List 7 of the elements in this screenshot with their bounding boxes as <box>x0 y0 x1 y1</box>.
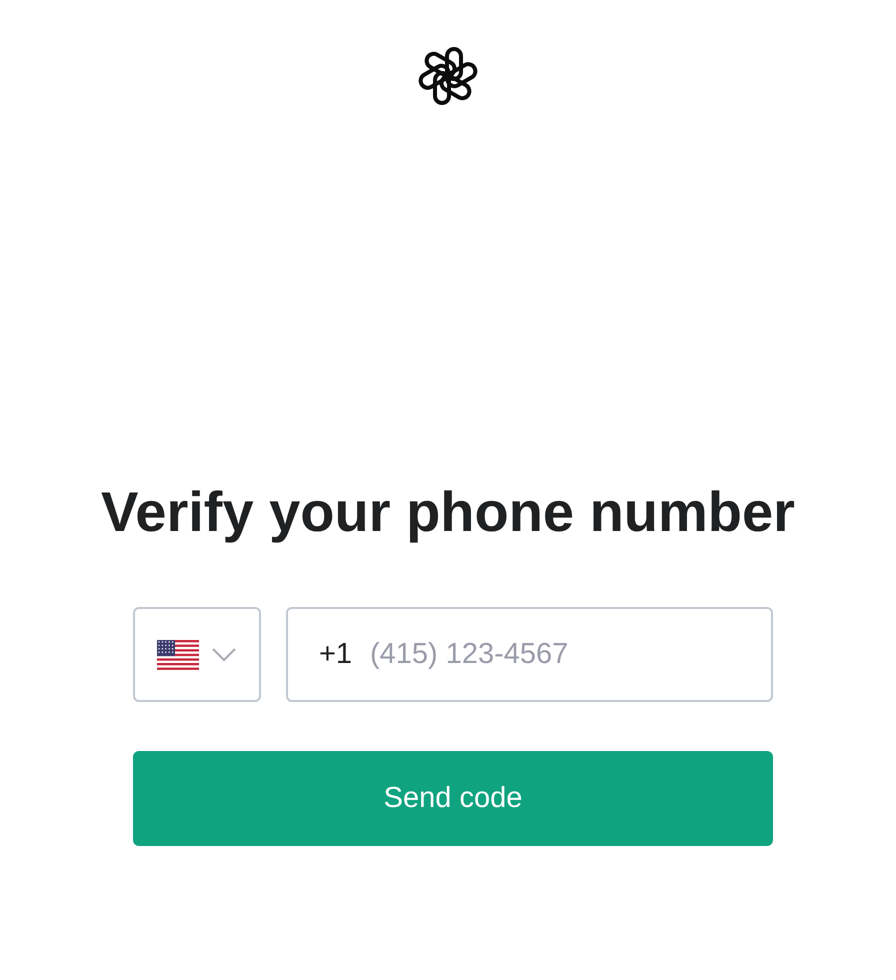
chevron-down-icon <box>211 647 237 662</box>
country-code: +1 <box>319 638 352 671</box>
page-heading: Verify your phone number <box>100 480 796 544</box>
send-code-button[interactable]: Send code <box>133 751 773 846</box>
country-select[interactable] <box>133 607 261 702</box>
logo-icon <box>417 45 479 107</box>
flag-icon <box>157 640 199 670</box>
